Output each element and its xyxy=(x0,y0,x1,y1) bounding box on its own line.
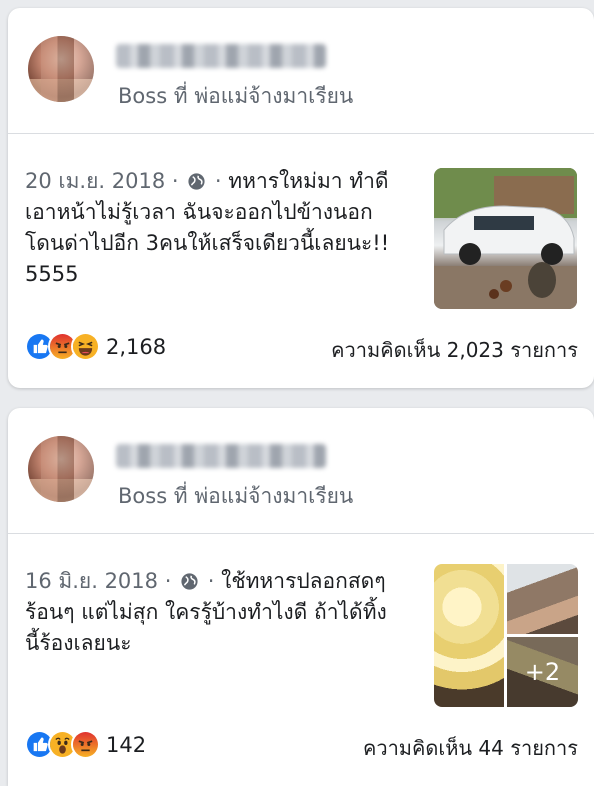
post-footer: 142 ความคิดเห็น 44 รายการ xyxy=(25,730,578,760)
post-footer: 2,168 ความคิดเห็น 2,023 รายการ xyxy=(25,332,578,362)
reactions-summary[interactable]: 142 xyxy=(25,730,146,759)
globe-icon xyxy=(187,169,206,190)
avatar[interactable] xyxy=(28,36,94,102)
author-name-blurred[interactable] xyxy=(116,444,326,468)
avatar[interactable] xyxy=(28,436,94,502)
author-name-blurred[interactable] xyxy=(116,44,326,68)
post-text-line: ร้อนๆ แต่ไม่สุก ใครรู้บ้างทำไงดี ถ้าได้ท… xyxy=(25,600,387,624)
post-header: Boss ที่ พ่อแม่จ้างมาเรียน xyxy=(8,408,594,534)
separator: · xyxy=(208,169,229,193)
post-card: Boss ที่ พ่อแม่จ้างมาเรียน 16 มิ.ย. 2018… xyxy=(8,408,594,786)
post-date[interactable]: 20 เม.ย. 2018 xyxy=(25,169,165,193)
post-photo[interactable] xyxy=(434,564,504,707)
separator: · xyxy=(165,169,186,193)
comment-count[interactable]: ความคิดเห็น 44 รายการ xyxy=(363,732,578,764)
post-card: Boss ที่ พ่อแม่จ้างมาเรียน 20 เม.ย. 2018… xyxy=(8,8,594,388)
post-text-line: นี้ร้องเลยนะ xyxy=(25,631,132,655)
reaction-count[interactable]: 142 xyxy=(106,733,146,757)
comment-count[interactable]: ความคิดเห็น 2,023 รายการ xyxy=(331,334,578,366)
post-text: 20 เม.ย. 2018 · · ทหารใหม่มา ทำดี เอาหน้… xyxy=(25,166,420,290)
haha-icon xyxy=(71,332,100,361)
post-photo[interactable]: +2 xyxy=(507,637,578,707)
globe-icon xyxy=(180,569,199,590)
post-date[interactable]: 16 มิ.ย. 2018 xyxy=(25,569,158,593)
post-photo[interactable] xyxy=(434,168,577,309)
reaction-count[interactable]: 2,168 xyxy=(106,335,166,359)
reactions-summary[interactable]: 2,168 xyxy=(25,332,166,361)
post-photo-grid: +2 xyxy=(434,564,578,707)
post-photo[interactable] xyxy=(507,564,578,634)
post-text-line: ทหารใหม่มา ทำดี xyxy=(228,169,389,193)
angry-icon xyxy=(71,730,100,759)
post-text-line: 5555 xyxy=(25,262,79,286)
post-text-line: โดนด่าไปอีก 3คนให้เสร็จเดียวนี้เลยนะ!! xyxy=(25,231,390,255)
post-text-line: ใช้ทหารปลอกสดๆ xyxy=(221,569,386,593)
separator: · xyxy=(201,569,222,593)
post-header: Boss ที่ พ่อแม่จ้างมาเรียน xyxy=(8,8,594,134)
more-photos-count[interactable]: +2 xyxy=(507,637,578,707)
separator: · xyxy=(158,569,179,593)
author-subtitle: Boss ที่ พ่อแม่จ้างมาเรียน xyxy=(118,484,354,508)
post-text-line: เอาหน้าไม่รู้เวลา ฉันจะออกไปข้างนอก xyxy=(25,200,373,224)
post-text: 16 มิ.ย. 2018 · · ใช้ทหารปลอกสดๆ ร้อนๆ แ… xyxy=(25,566,420,659)
author-subtitle: Boss ที่ พ่อแม่จ้างมาเรียน xyxy=(118,84,354,108)
